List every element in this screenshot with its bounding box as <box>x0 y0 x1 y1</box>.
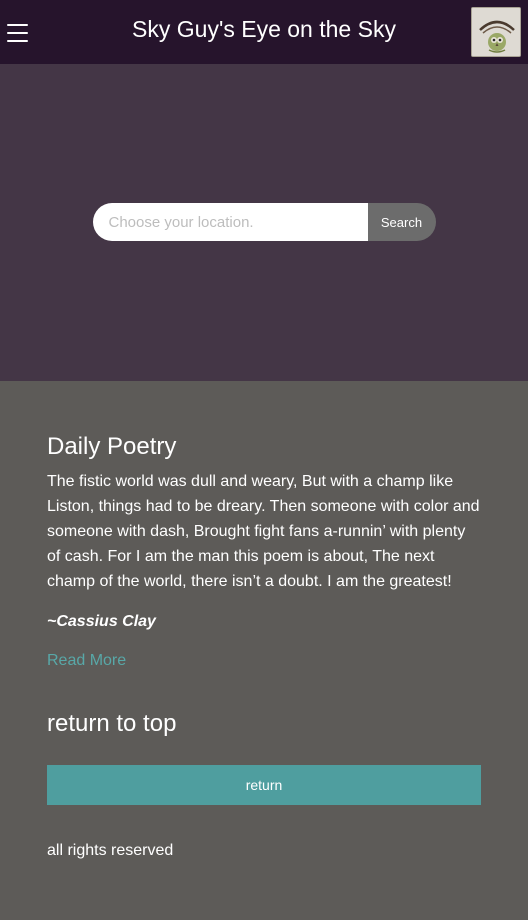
main-content: Daily Poetry The fistic world was dull a… <box>0 433 528 861</box>
location-search-input[interactable] <box>92 203 368 241</box>
poem-author: ~Cassius Clay <box>47 613 156 630</box>
navbar: Sky Guy's Eye on the Sky <box>0 0 528 64</box>
hero-section: Search <box>0 64 528 381</box>
hamburger-menu-icon[interactable] <box>7 24 28 42</box>
search-bar: Search <box>92 203 436 241</box>
read-more-link[interactable]: Read More <box>47 651 126 671</box>
site-title: Sky Guy's Eye on the Sky <box>132 15 396 42</box>
owl-logo[interactable] <box>471 7 521 57</box>
daily-poetry-heading: Daily Poetry <box>47 433 177 460</box>
return-button[interactable]: return <box>47 765 481 805</box>
footer-text: all rights reserved <box>47 842 174 859</box>
poem-text: The fistic world was dull and weary, But… <box>47 473 480 590</box>
return-to-top-heading: return to top <box>47 710 177 737</box>
search-button[interactable]: Search <box>367 203 436 241</box>
